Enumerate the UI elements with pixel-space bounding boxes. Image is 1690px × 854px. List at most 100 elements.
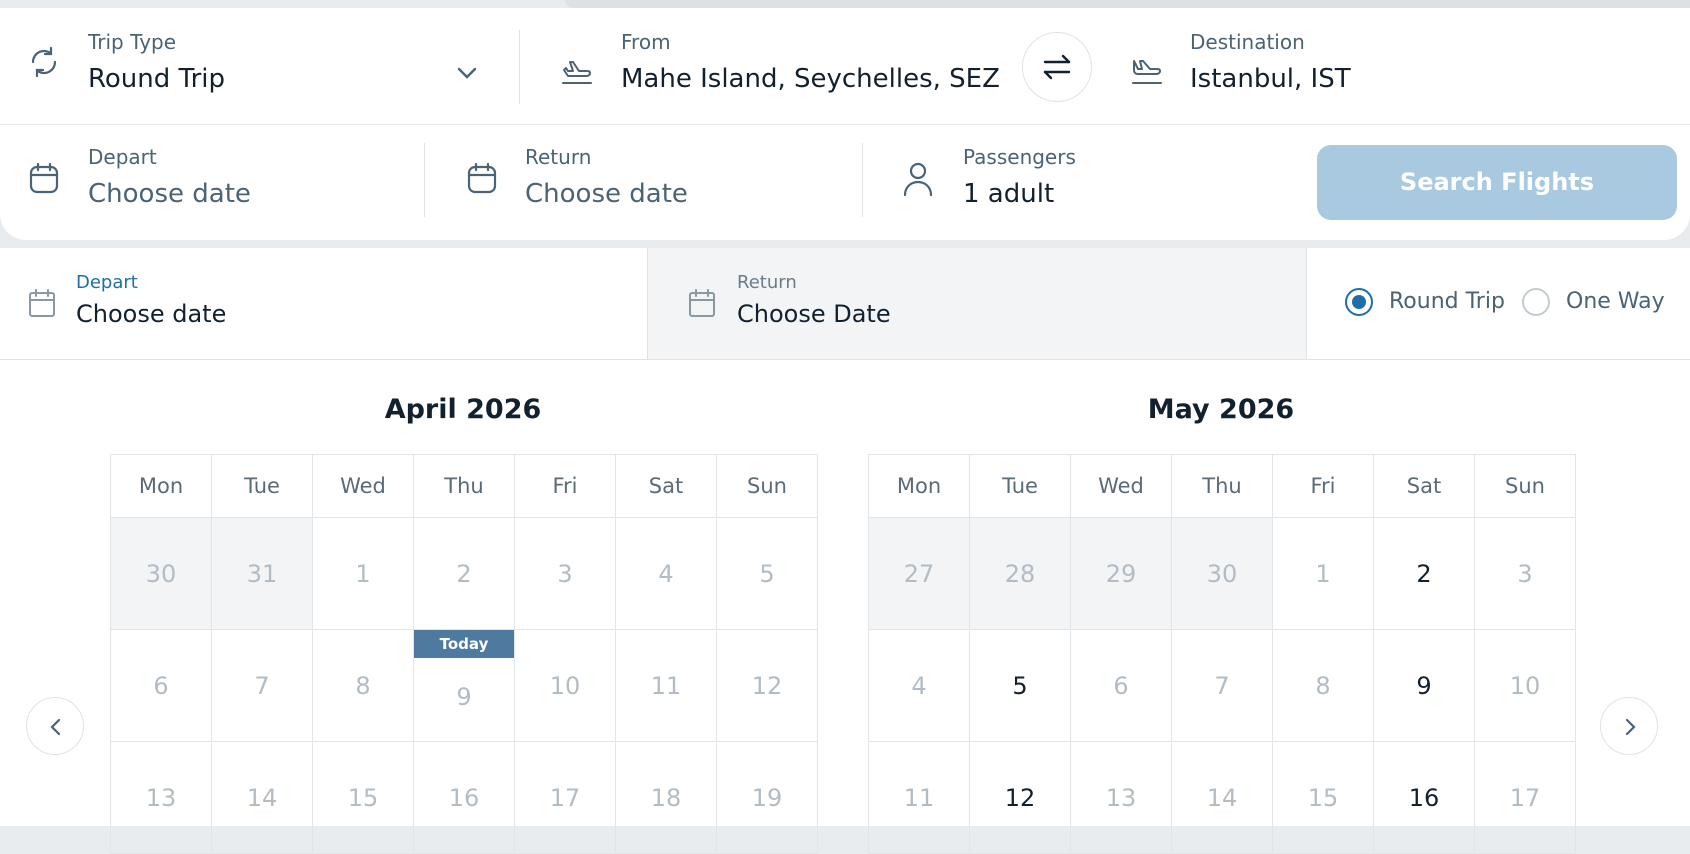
flight-search-card: Trip Type Round Trip From Mahe Island, S… xyxy=(0,8,1690,240)
date-picker-panel: Depart Choose date Return Choose Date Ro… xyxy=(0,248,1690,854)
calendar-day-cell: 16 xyxy=(413,741,515,854)
weekday-label: Wed xyxy=(312,454,414,518)
calendar-day-cell: 8 xyxy=(312,629,414,742)
calendar-day-cell: 18 xyxy=(615,741,717,854)
tab-depart[interactable]: Depart Choose date xyxy=(0,248,647,359)
calendar-day-number: 17 xyxy=(1509,783,1541,812)
calendar-day-cell[interactable]: 5 xyxy=(969,629,1071,742)
radio-round-trip[interactable]: Round Trip xyxy=(1345,286,1505,320)
search-flights-button[interactable]: Search Flights xyxy=(1317,145,1677,220)
calendar-day-number: 13 xyxy=(1105,783,1137,812)
calendar-day-number: 6 xyxy=(1113,671,1129,700)
from-value: Mahe Island, Seychelles, SEZ xyxy=(621,64,1000,94)
weekday-label: Tue xyxy=(969,454,1071,518)
calendar-day-cell: 7 xyxy=(211,629,313,742)
calendar-day-number: 13 xyxy=(145,783,177,812)
trip-type-select[interactable]: Trip Type Round Trip xyxy=(88,30,488,100)
next-month-button[interactable] xyxy=(1600,697,1658,755)
calendar-day-cell[interactable]: 16 xyxy=(1373,741,1475,854)
prev-month-button[interactable] xyxy=(26,697,84,755)
calendar-day-number: 12 xyxy=(751,671,783,700)
from-field[interactable]: From Mahe Island, Seychelles, SEZ xyxy=(621,30,1001,100)
tab-return[interactable]: Return Choose Date xyxy=(647,248,1307,359)
calendar-day-number: 2 xyxy=(1416,559,1432,588)
calendar-icon xyxy=(28,288,56,318)
passengers-value: 1 adult xyxy=(963,179,1055,209)
return-date-field[interactable]: Return Choose date xyxy=(525,145,825,215)
calendar-day-number: 4 xyxy=(658,559,674,588)
calendar-day-cell: 6 xyxy=(110,629,212,742)
tab-return-label: Return xyxy=(737,272,797,293)
chevron-down-icon[interactable] xyxy=(456,66,478,80)
trip-type-label: Trip Type xyxy=(88,30,177,54)
month-title: April 2026 xyxy=(384,394,542,425)
calendar-day-number: 14 xyxy=(1206,783,1238,812)
date-picker-tabs: Depart Choose date Return Choose Date Ro… xyxy=(0,248,1690,360)
calendar-day-cell: 31 xyxy=(211,517,313,630)
destination-value: Istanbul, IST xyxy=(1190,64,1351,94)
passengers-field[interactable]: Passengers 1 adult xyxy=(963,145,1263,215)
today-badge: Today xyxy=(414,630,514,658)
calendar-week-row: 11 12 13 14 15 16 17 xyxy=(868,741,1576,854)
destination-field[interactable]: Destination Istanbul, IST xyxy=(1190,30,1610,100)
calendar-day-number: 5 xyxy=(1012,671,1028,700)
plane-takeoff-icon xyxy=(560,58,594,86)
radio-circle xyxy=(1345,288,1373,316)
weekday-header-row: Mon Tue Wed Thu Fri Sat Sun xyxy=(110,454,818,518)
calendar-day-cell: 19 xyxy=(716,741,818,854)
calendar-day-number: 7 xyxy=(254,671,270,700)
destination-label: Destination xyxy=(1190,30,1305,54)
depart-date-field[interactable]: Depart Choose date xyxy=(88,145,388,215)
calendar-day-number: 3 xyxy=(557,559,573,588)
calendar-day-cell: 4 xyxy=(868,629,970,742)
calendar-day-number: 1 xyxy=(355,559,371,588)
calendar-day-cell: 1 xyxy=(1272,517,1374,630)
calendar-day-cell: 7 xyxy=(1171,629,1273,742)
calendar-day-number: 15 xyxy=(1307,783,1339,812)
trip-type-value: Round Trip xyxy=(88,64,226,94)
calendar-day-number: 11 xyxy=(903,783,935,812)
tab-depart-label: Depart xyxy=(76,272,138,293)
weekday-label: Sat xyxy=(615,454,717,518)
calendar-day-number: 27 xyxy=(903,559,935,588)
calendar-day-number: 8 xyxy=(1315,671,1331,700)
weekday-label: Sat xyxy=(1373,454,1475,518)
calendar-day-number: 4 xyxy=(911,671,927,700)
calendar-day-cell: 29 xyxy=(1070,517,1172,630)
calendar-day-number: 16 xyxy=(448,783,480,812)
radio-label: One Way xyxy=(1566,289,1665,314)
divider xyxy=(519,30,520,104)
calendar-icon xyxy=(688,288,716,318)
radio-one-way[interactable]: One Way xyxy=(1522,286,1672,320)
swap-arrows-icon xyxy=(1043,54,1071,80)
calendar-day-cell: 28 xyxy=(969,517,1071,630)
weekday-label: Fri xyxy=(514,454,616,518)
calendar-day-cell[interactable]: 2 xyxy=(1373,517,1475,630)
calendar-day-cell: 10 xyxy=(514,629,616,742)
calendar-week-row: 30 31 1 2 3 4 5 xyxy=(110,517,818,630)
calendar-day-number: 17 xyxy=(549,783,581,812)
calendar-day-number: 11 xyxy=(650,671,682,700)
calendar-day-cell[interactable]: 12 xyxy=(969,741,1071,854)
plane-landing-icon xyxy=(1130,58,1164,86)
radio-label: Round Trip xyxy=(1389,289,1505,314)
calendar-day-number: 7 xyxy=(1214,671,1230,700)
calendar-day-number: 16 xyxy=(1408,783,1440,812)
calendar-week-row: 4 5 6 7 8 9 10 xyxy=(868,629,1576,742)
calendar-day-number: 9 xyxy=(1416,671,1432,700)
calendar-day-cell: 15 xyxy=(1272,741,1374,854)
calendar-day-cell: 15 xyxy=(312,741,414,854)
weekday-label: Wed xyxy=(1070,454,1172,518)
depart-value: Choose date xyxy=(88,179,251,209)
calendar-day-cell: 10 xyxy=(1474,629,1576,742)
calendar-day-number: 9 xyxy=(456,682,472,711)
calendar-day-cell[interactable]: 9 xyxy=(1373,629,1475,742)
calendar-day-cell: 13 xyxy=(1070,741,1172,854)
tab-return-value: Choose Date xyxy=(737,300,891,328)
swap-button[interactable] xyxy=(1022,32,1092,102)
weekday-label: Thu xyxy=(413,454,515,518)
weekday-label: Mon xyxy=(868,454,970,518)
calendar-week-row: 6 7 8 Today 9 10 11 12 xyxy=(110,629,818,742)
calendar-day-number: 29 xyxy=(1105,559,1137,588)
calendar-day-number: 10 xyxy=(549,671,581,700)
